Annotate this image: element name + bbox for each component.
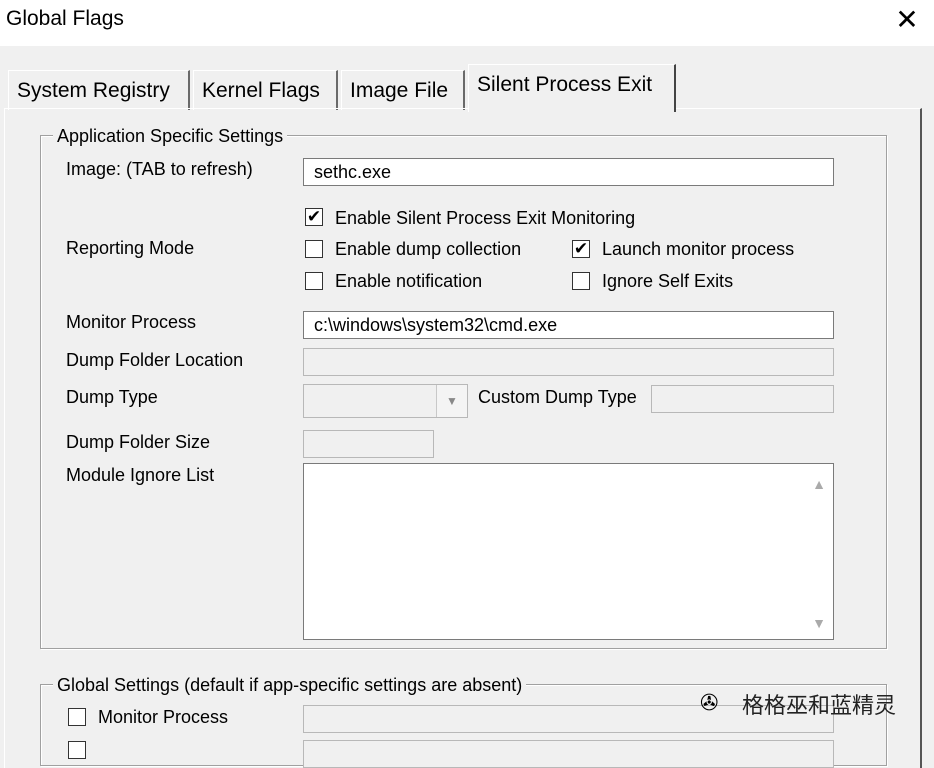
scroll-up-icon[interactable]: ▲ (805, 470, 833, 498)
dump-folder-size-label: Dump Folder Size (66, 432, 211, 452)
image-input[interactable]: sethc.exe (303, 158, 834, 186)
enable-notification-checkbox[interactable] (305, 272, 323, 290)
global-settings-legend: Global Settings (default if app-specific… (53, 675, 527, 695)
image-label: Image: (TAB to refresh) (66, 159, 253, 179)
monitor-process-input[interactable]: c:\windows\system32\cmd.exe (303, 311, 834, 339)
close-icon[interactable]: ✕ (890, 2, 924, 38)
launch-monitor-label: Launch monitor process (602, 239, 795, 259)
tab-system-registry[interactable]: System Registry (8, 70, 190, 110)
enable-notification-label: Enable notification (335, 271, 483, 291)
monitor-process-label: Monitor Process (66, 312, 197, 332)
ignore-self-exits-checkbox[interactable] (572, 272, 590, 290)
wechat-icon: ✇ (700, 690, 719, 715)
global-monitor-process-checkbox[interactable] (68, 708, 86, 726)
scrollbar[interactable]: ▲ ▼ (805, 464, 833, 639)
custom-dump-type-label: Custom Dump Type (478, 387, 637, 407)
tab-strip: System Registry Kernel Flags Image File … (0, 46, 934, 112)
tab-silent-process-exit[interactable]: Silent Process Exit (468, 64, 676, 112)
watermark-text: 格格巫和蓝精灵 (742, 693, 897, 718)
window-title: Global Flags (6, 7, 124, 30)
global-second-input[interactable] (303, 740, 834, 768)
app-settings-legend: Application Specific Settings (53, 126, 288, 146)
enable-dump-checkbox[interactable] (305, 240, 323, 258)
dump-folder-location-label: Dump Folder Location (66, 350, 244, 370)
global-monitor-process-label: Monitor Process (98, 707, 229, 727)
enable-monitoring-checkbox[interactable]: ✔ (305, 208, 323, 226)
module-ignore-list-textarea[interactable]: ▲ ▼ (303, 463, 834, 640)
scroll-down-icon[interactable]: ▼ (805, 609, 833, 637)
custom-dump-type-input[interactable] (651, 385, 834, 413)
dump-type-select[interactable]: ▼ (303, 384, 468, 418)
ignore-self-exits-label: Ignore Self Exits (602, 271, 734, 291)
title-bar: Global Flags ✕ (0, 0, 934, 46)
global-second-checkbox[interactable] (68, 741, 86, 759)
dump-type-label: Dump Type (66, 387, 158, 407)
module-ignore-list-label: Module Ignore List (66, 465, 215, 485)
dump-folder-location-input[interactable] (303, 348, 834, 376)
dump-folder-size-input[interactable] (303, 430, 434, 458)
chevron-down-icon[interactable]: ▼ (436, 385, 467, 417)
enable-monitoring-label: Enable Silent Process Exit Monitoring (335, 208, 636, 228)
launch-monitor-checkbox[interactable]: ✔ (572, 240, 590, 258)
tab-kernel-flags[interactable]: Kernel Flags (193, 70, 338, 110)
tab-image-file[interactable]: Image File (341, 70, 465, 110)
reporting-mode-label: Reporting Mode (66, 238, 195, 258)
enable-dump-label: Enable dump collection (335, 239, 522, 259)
